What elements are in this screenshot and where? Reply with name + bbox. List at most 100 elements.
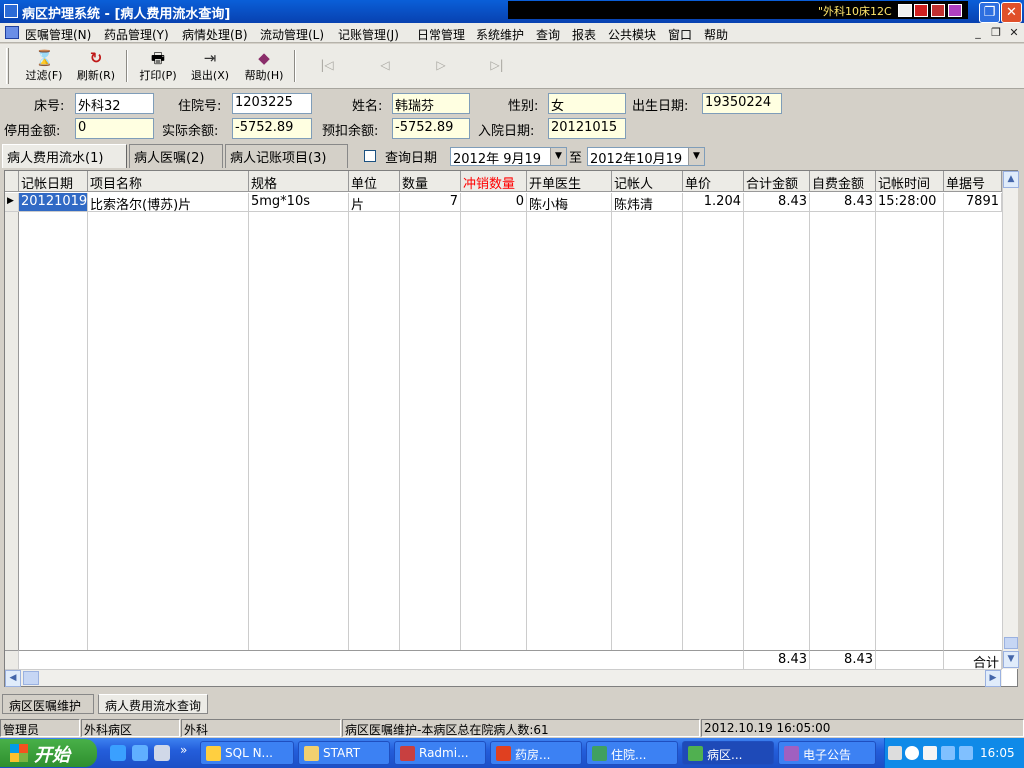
mdi-close-button[interactable]: ✕ [1006,26,1022,41]
next-record-icon[interactable]: ▷ [432,58,450,74]
mail-icon[interactable] [898,4,912,17]
menu-system[interactable]: 系统维护 [476,26,524,43]
quicklaunch-more-icon[interactable]: » [180,743,187,757]
close-small-icon[interactable] [948,4,962,17]
table-cell[interactable]: 7891 [944,193,1002,212]
menu-order-mgmt[interactable]: 医嘱管理(N) [25,26,91,43]
scroll-down-icon[interactable]: ▼ [1003,651,1019,668]
help-button[interactable]: ◆ 帮助(H) [240,48,288,86]
restore-button[interactable]: ❐ [979,2,1000,23]
col-header-spec[interactable]: 规格 [249,171,349,192]
last-record-icon[interactable]: ▷| [488,58,506,74]
menu-window[interactable]: 窗口 [668,26,692,43]
scroll-right-icon[interactable]: ▶ [985,670,1001,687]
table-cell[interactable]: 20121019 [19,193,88,212]
task-bulletin[interactable]: 电子公告 [778,741,876,765]
table-cell[interactable]: 片 [349,193,400,212]
name-field[interactable]: 韩瑞芬 [392,93,470,114]
menu-daily-mgmt[interactable]: 日常管理 [417,26,465,43]
alert-icon[interactable] [931,4,945,17]
minus-icon[interactable] [914,4,928,17]
birth-field[interactable]: 19350224 [702,93,782,114]
network-icon[interactable] [941,746,955,760]
col-header-voucher[interactable]: 单据号 [944,171,1002,192]
table-cell[interactable]: 8.43 [810,193,876,212]
col-header-recorder[interactable]: 记帐人 [612,171,683,192]
task-ward[interactable]: 病区... [682,741,774,765]
table-cell[interactable]: 比索洛尔(博苏)片 [88,193,249,212]
tab-orders[interactable]: 病人医嘱(2) [129,144,223,168]
ie-icon[interactable] [110,745,126,761]
tray-clock[interactable]: 16:05 [980,746,1015,760]
table-cell[interactable]: 8.43 [744,193,810,212]
scroll-thumb[interactable] [1004,637,1018,649]
admit-date-field[interactable]: 20121015 [548,118,626,139]
sex-field[interactable]: 女 [548,93,626,114]
col-header-unit[interactable]: 单位 [349,171,400,192]
task-radmin[interactable]: Radmi... [394,741,486,765]
exit-button[interactable]: ⇥ 退出(X) [186,48,234,86]
print-button[interactable]: 🖶 打印(P) [134,48,182,86]
tray-collapse-icon[interactable] [905,746,919,760]
table-cell[interactable]: 陈炜清 [612,193,683,212]
mail-tray-icon[interactable] [923,746,937,760]
col-header-price[interactable]: 单价 [683,171,744,192]
menu-report[interactable]: 报表 [572,26,596,43]
keyboard-icon[interactable] [888,746,902,760]
refresh-button[interactable]: ↻ 刷新(R) [72,48,120,86]
task-inpatient[interactable]: 住院... [586,741,678,765]
document-icon[interactable] [154,745,170,761]
mdi-restore-button[interactable]: ❐ [988,26,1004,41]
date-to-picker[interactable]: 2012年10月19 ▼ [587,147,705,167]
col-header-total[interactable]: 合计金额 [744,171,810,192]
col-header-date[interactable]: 记帐日期 [19,171,88,192]
table-cell[interactable]: 5mg*10s [249,193,349,212]
subtab-order-maintenance[interactable]: 病区医嘱维护 [2,694,94,714]
bed-field[interactable]: 外科32 [75,93,154,114]
menu-common[interactable]: 公共模块 [608,26,656,43]
menu-drug-mgmt[interactable]: 药品管理(Y) [104,26,169,43]
table-cell[interactable]: 0 [461,193,527,212]
table-cell[interactable]: 15:28:00 [876,193,944,212]
menu-flow-mgmt[interactable]: 流动管理(L) [260,26,324,43]
hscroll-thumb[interactable] [23,671,39,685]
task-start-folder[interactable]: START [298,741,390,765]
scroll-left-icon[interactable]: ◀ [5,670,21,687]
menu-billing-mgmt[interactable]: 记账管理(J) [338,26,399,43]
task-pharmacy[interactable]: 药房... [490,741,582,765]
start-button[interactable]: 开始 [0,739,97,767]
first-record-icon[interactable]: |◁ [318,58,336,74]
vertical-scrollbar[interactable]: ▲ ▼ [1002,171,1019,669]
mdi-doc-icon[interactable] [5,26,19,39]
col-header-writeoff-qty[interactable]: 冲销数量 [461,171,527,192]
col-header-self-pay[interactable]: 自费金额 [810,171,876,192]
col-header-qty[interactable]: 数量 [400,171,461,192]
tab-billing-items[interactable]: 病人记账项目(3) [225,144,348,168]
horizontal-scrollbar[interactable]: ◀ ▶ [5,669,1002,687]
filter-button[interactable]: ⌛ 过滤(F) [20,48,68,86]
close-button[interactable]: ✕ [1001,2,1022,23]
prev-record-icon[interactable]: ◁ [376,58,394,74]
menu-condition[interactable]: 病情处理(B) [182,26,248,43]
table-cell[interactable]: 7 [400,193,461,212]
scroll-up-icon[interactable]: ▲ [1003,171,1019,188]
col-header-doctor[interactable]: 开单医生 [527,171,612,192]
admission-no-field[interactable]: 1203225 [232,93,312,114]
task-sql[interactable]: SQL N... [200,741,294,765]
subtab-fee-flow-query[interactable]: 病人费用流水查询 [98,694,208,714]
col-header-item[interactable]: 项目名称 [88,171,249,192]
mdi-minimize-button[interactable]: _ [970,26,986,41]
table-cell[interactable]: 陈小梅 [527,193,612,212]
fee-flow-grid[interactable]: 记帐日期 项目名称 规格 单位 数量 冲销数量 开单医生 记帐人 单价 合计金额… [4,170,1019,687]
pre-balance-field[interactable]: -5752.89 [392,118,470,139]
actual-balance-field[interactable]: -5752.89 [232,118,312,139]
stop-amount-field[interactable]: 0 [75,118,154,139]
table-cell[interactable]: 1.204 [683,193,744,212]
tab-fee-flow[interactable]: 病人费用流水(1) [2,144,127,168]
network-icon-2[interactable] [959,746,973,760]
menu-help[interactable]: 帮助 [704,26,728,43]
menu-query[interactable]: 查询 [536,26,560,43]
chevron-down-icon[interactable]: ▼ [550,148,566,165]
chevron-down-icon[interactable]: ▼ [688,148,704,165]
date-from-picker[interactable]: 2012年 9月19 ▼ [450,147,567,167]
